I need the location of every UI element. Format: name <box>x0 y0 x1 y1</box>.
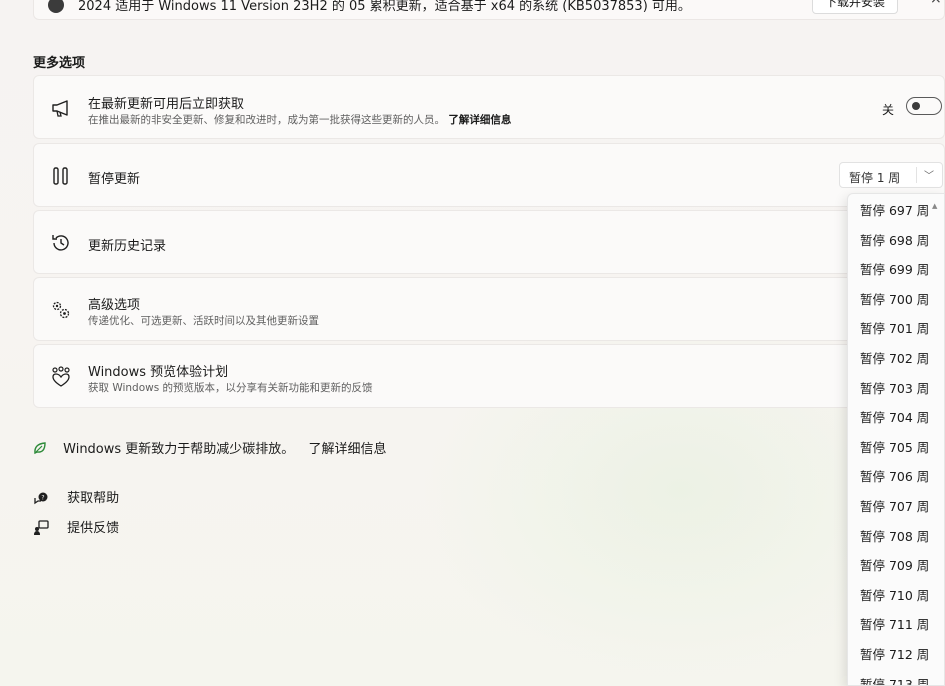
dropdown-option[interactable]: 暂停 708 周 <box>848 522 944 551</box>
give-feedback-label: 提供反馈 <box>67 521 120 536</box>
close-icon[interactable]: × <box>930 0 942 7</box>
give-feedback-link[interactable]: 提供反馈 <box>33 517 119 536</box>
feedback-icon <box>34 520 49 535</box>
pause-icon <box>53 167 68 185</box>
dropdown-option[interactable]: 暂停 704 周 <box>848 403 944 432</box>
insider-program-title: Windows 预览体验计划 <box>88 365 229 380</box>
dropdown-option[interactable]: 暂停 705 周 <box>848 433 944 462</box>
select-divider <box>916 167 917 183</box>
dropdown-option[interactable]: 暂停 703 周 <box>848 374 944 403</box>
dropdown-option[interactable]: 暂停 711 周 <box>848 610 944 639</box>
dropdown-option[interactable]: 暂停 710 周 <box>848 581 944 610</box>
leaf-icon <box>34 442 46 455</box>
dropdown-option[interactable]: 暂停 707 周 <box>848 492 944 521</box>
latest-updates-card[interactable]: 在最新更新可用后立即获取 在推出最新的非安全更新、修复和改进时，成为第一批获得这… <box>33 75 945 139</box>
dropdown-option[interactable]: 暂停 700 周 <box>848 285 944 314</box>
insider-program-card[interactable]: Windows 预览体验计划 获取 Windows 的预览版本，以分享有关新功能… <box>33 344 945 408</box>
advanced-options-card[interactable]: 高级选项 传递优化、可选更新、活跃时间以及其他更新设置 <box>33 277 945 341</box>
dropdown-option[interactable]: 暂停 701 周 <box>848 314 944 343</box>
dropdown-option[interactable]: 暂停 713 周 <box>848 670 944 685</box>
insider-program-subtitle: 获取 Windows 的预览版本，以分享有关新功能和更新的反馈 <box>88 382 373 394</box>
history-icon <box>52 235 69 251</box>
chevron-down-icon: ﹀ <box>924 171 934 182</box>
help-icon: ? <box>34 492 48 505</box>
get-help-link[interactable]: ? 获取帮助 <box>33 487 119 506</box>
advanced-options-subtitle: 传递优化、可选更新、活跃时间以及其他更新设置 <box>88 315 319 327</box>
megaphone-icon <box>52 100 68 117</box>
latest-updates-toggle[interactable] <box>906 97 942 115</box>
pause-selected-value: 暂停 1 周 <box>849 171 901 185</box>
latest-updates-title: 在最新更新可用后立即获取 <box>88 97 245 112</box>
get-help-label: 获取帮助 <box>67 491 120 506</box>
info-icon <box>48 0 64 13</box>
dropdown-option[interactable]: 暂停 699 周 <box>848 255 944 284</box>
dropdown-option[interactable]: 暂停 712 周 <box>848 640 944 669</box>
update-history-card[interactable]: 更新历史记录 <box>33 210 945 274</box>
toggle-state-label: 关 <box>882 103 895 117</box>
gears-icon <box>52 301 70 319</box>
dropdown-option[interactable]: 暂停 706 周 <box>848 462 944 491</box>
section-title: 更多选项 <box>33 56 86 71</box>
dropdown-option[interactable]: 暂停 698 周 <box>848 226 944 255</box>
advanced-options-title: 高级选项 <box>88 298 141 313</box>
update-available-banner: 2024 适用于 Windows 11 Version 23H2 的 05 累积… <box>33 0 945 20</box>
eco-text: Windows 更新致力于帮助减少碳排放。 <box>63 442 295 457</box>
banner-text: 2024 适用于 Windows 11 Version 23H2 的 05 累积… <box>78 0 691 14</box>
dropdown-option[interactable]: 暂停 697 周 <box>848 196 944 225</box>
pause-duration-select[interactable]: 暂停 1 周 ﹀ <box>839 162 943 188</box>
update-history-title: 更新历史记录 <box>88 239 167 254</box>
eco-learn-more-link[interactable]: 了解详细信息 <box>308 442 386 457</box>
latest-updates-subtitle: 在推出最新的非安全更新、修复和改进时，成为第一批获得这些更新的人员。 了解详细信… <box>88 114 512 126</box>
pause-updates-title: 暂停更新 <box>88 172 141 187</box>
learn-more-link[interactable]: 了解详细信息 <box>448 114 511 126</box>
insider-hearts-icon <box>52 366 70 387</box>
dropdown-option[interactable]: 暂停 709 周 <box>848 551 944 580</box>
pause-duration-dropdown[interactable]: ▲ 暂停 697 周暂停 698 周暂停 699 周暂停 700 周暂停 701… <box>847 193 945 686</box>
dropdown-option[interactable]: 暂停 702 周 <box>848 344 944 373</box>
download-install-button[interactable]: 下载并安装 <box>812 0 898 14</box>
eco-notice: Windows 更新致力于帮助减少碳排放。 了解详细信息 <box>33 438 386 457</box>
pause-updates-card: 暂停更新 暂停 1 周 ﹀ <box>33 143 945 207</box>
svg-text:?: ? <box>41 495 44 502</box>
